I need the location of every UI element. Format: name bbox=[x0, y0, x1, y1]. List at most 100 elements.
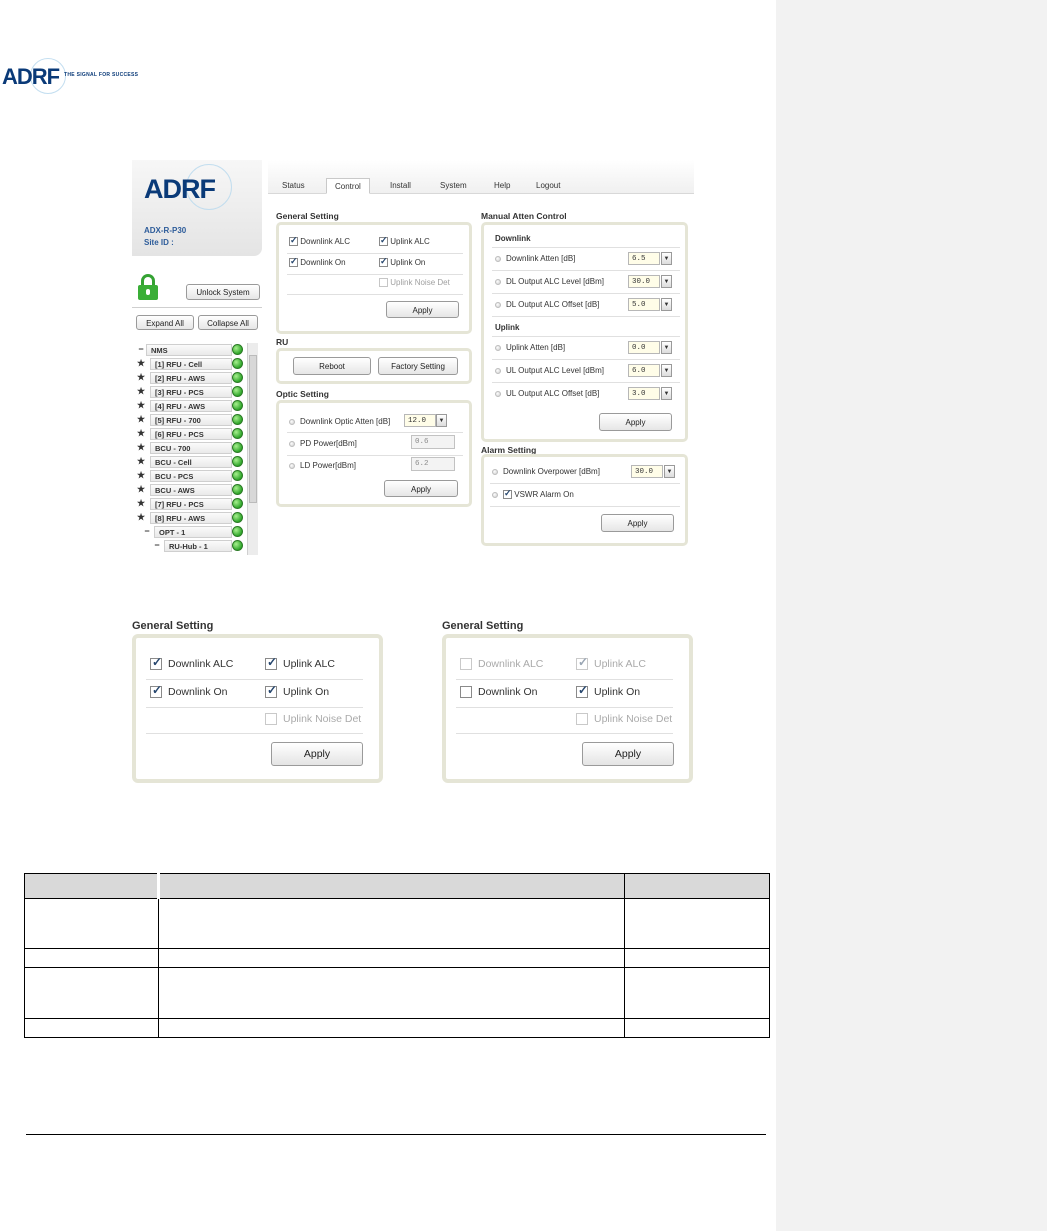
uplink-on-checkbox[interactable]: Uplink On bbox=[576, 683, 640, 699]
dl-alc-level-select[interactable]: 30.0 bbox=[628, 275, 660, 288]
chevron-down-icon[interactable]: ▼ bbox=[661, 275, 672, 288]
tree-item-label[interactable]: [7] RFU - PCS bbox=[150, 498, 232, 510]
general-apply-button[interactable]: Apply bbox=[582, 742, 674, 766]
tree-item[interactable]: ★ [5] RFU - 700 bbox=[136, 413, 260, 427]
tree-item[interactable]: ★ [3] RFU - PCS bbox=[136, 385, 260, 399]
tree-item-label[interactable]: BCU - PCS bbox=[150, 470, 232, 482]
chevron-down-icon[interactable]: ▼ bbox=[661, 298, 672, 311]
tree-item[interactable]: − NMS bbox=[136, 343, 260, 357]
uplink-alc-checkbox[interactable]: Uplink ALC bbox=[379, 235, 430, 247]
tree-item[interactable]: − RU-Hub - 1 bbox=[136, 539, 260, 553]
tree-toggle-icon[interactable]: − bbox=[152, 540, 162, 550]
tree-item-label[interactable]: [3] RFU - PCS bbox=[150, 386, 232, 398]
chevron-down-icon[interactable]: ▼ bbox=[664, 465, 675, 478]
checkbox-icon[interactable] bbox=[503, 488, 512, 500]
dl-overpower-select[interactable]: 30.0 bbox=[631, 465, 663, 478]
chevron-down-icon[interactable]: ▼ bbox=[436, 414, 447, 427]
ul-alc-offset-select[interactable]: 3.0 bbox=[628, 387, 660, 400]
checkbox-icon[interactable] bbox=[379, 235, 388, 247]
checkbox-icon[interactable] bbox=[576, 655, 588, 671]
tree-item-label[interactable]: NMS bbox=[146, 344, 232, 356]
checkbox-icon[interactable] bbox=[576, 713, 588, 726]
chevron-down-icon[interactable]: ▼ bbox=[661, 364, 672, 377]
tab-system[interactable]: System bbox=[432, 178, 475, 194]
ul-atten-select[interactable]: 0.0 bbox=[628, 341, 660, 354]
uplink-alc-checkbox[interactable]: Uplink ALC bbox=[576, 655, 646, 671]
general-apply-button[interactable]: Apply bbox=[386, 301, 459, 318]
checkbox-icon[interactable] bbox=[289, 235, 298, 247]
uplink-on-checkbox[interactable]: Uplink On bbox=[265, 683, 329, 699]
checkbox-icon[interactable] bbox=[379, 256, 388, 268]
tree-item[interactable]: − OPT - 1 bbox=[136, 525, 260, 539]
manual-atten-apply-button[interactable]: Apply bbox=[599, 413, 672, 431]
tree-item[interactable]: ★ [4] RFU - AWS bbox=[136, 399, 260, 413]
tree-item-label[interactable]: [4] RFU - AWS bbox=[150, 400, 232, 412]
tree-item[interactable]: ★ [1] RFU - Cell bbox=[136, 357, 260, 371]
downlink-optic-atten-select[interactable]: 12.0 bbox=[404, 414, 436, 427]
uplink-noise-det-checkbox[interactable]: Uplink Noise Det bbox=[265, 713, 361, 726]
alarm-apply-button[interactable]: Apply bbox=[601, 514, 674, 532]
scroll-thumb[interactable] bbox=[249, 355, 257, 503]
checkbox-icon[interactable] bbox=[265, 655, 277, 671]
tree-item-label[interactable]: BCU - AWS bbox=[150, 484, 232, 496]
checkbox-icon[interactable] bbox=[576, 683, 588, 699]
optic-apply-button[interactable]: Apply bbox=[384, 480, 458, 497]
tab-help[interactable]: Help bbox=[486, 178, 518, 194]
checkbox-icon[interactable] bbox=[150, 655, 162, 671]
chevron-down-icon[interactable]: ▼ bbox=[661, 387, 672, 400]
downlink-alc-checkbox[interactable]: Downlink ALC bbox=[460, 658, 543, 671]
tree-item-label[interactable]: BCU - 700 bbox=[150, 442, 232, 454]
tree-toggle-icon[interactable]: − bbox=[136, 344, 146, 354]
uplink-noise-det-checkbox[interactable]: Uplink Noise Det bbox=[576, 713, 672, 726]
tab-install[interactable]: Install bbox=[382, 178, 419, 194]
checkbox-icon[interactable] bbox=[265, 713, 277, 726]
uplink-noise-det-checkbox[interactable]: Uplink Noise Det bbox=[379, 278, 450, 288]
dl-atten-select[interactable]: 6.5 bbox=[628, 252, 660, 265]
tree-item-label[interactable]: [8] RFU - AWS bbox=[150, 512, 232, 524]
tree-item-label[interactable]: [1] RFU - Cell bbox=[150, 358, 232, 370]
ul-alc-level-select[interactable]: 6.0 bbox=[628, 364, 660, 377]
tree-item[interactable]: ★ [7] RFU - PCS bbox=[136, 497, 260, 511]
chevron-down-icon[interactable]: ▼ bbox=[661, 252, 672, 265]
general-apply-button[interactable]: Apply bbox=[271, 742, 363, 766]
dl-alc-offset-select[interactable]: 5.0 bbox=[628, 298, 660, 311]
tree-item[interactable]: ★ [8] RFU - AWS bbox=[136, 511, 260, 525]
factory-setting-button[interactable]: Factory Setting bbox=[378, 357, 458, 375]
tree-item[interactable]: ★ [6] RFU - PCS bbox=[136, 427, 260, 441]
checkbox-icon[interactable] bbox=[150, 683, 162, 699]
checkbox-icon[interactable] bbox=[289, 256, 298, 268]
reboot-button[interactable]: Reboot bbox=[293, 357, 371, 375]
tree-item-label[interactable]: OPT - 1 bbox=[154, 526, 232, 538]
tree-item-label[interactable]: BCU - Cell bbox=[150, 456, 232, 468]
tree-item[interactable]: ★ BCU - 700 bbox=[136, 441, 260, 455]
uplink-alc-checkbox[interactable]: Uplink ALC bbox=[265, 655, 335, 671]
checkbox-icon[interactable] bbox=[460, 686, 472, 699]
checkbox-icon[interactable] bbox=[265, 683, 277, 699]
tab-status[interactable]: Status bbox=[274, 178, 313, 194]
tab-logout[interactable]: Logout bbox=[528, 178, 568, 194]
downlink-on-checkbox[interactable]: Downlink On bbox=[460, 686, 538, 699]
tree-item-label[interactable]: [2] RFU - AWS bbox=[150, 372, 232, 384]
checkbox-icon[interactable] bbox=[379, 278, 388, 288]
downlink-on-checkbox[interactable]: Downlink On bbox=[289, 256, 346, 268]
tree-item-label[interactable]: [5] RFU - 700 bbox=[150, 414, 232, 426]
expand-all-button[interactable]: Expand All bbox=[136, 315, 194, 330]
tree-item[interactable]: ★ BCU - PCS bbox=[136, 469, 260, 483]
vswr-alarm-checkbox[interactable]: VSWR Alarm On bbox=[492, 488, 574, 500]
unlock-system-button[interactable]: Unlock System bbox=[186, 284, 260, 300]
tree-item[interactable]: ★ BCU - Cell bbox=[136, 455, 260, 469]
downlink-alc-checkbox[interactable]: Downlink ALC bbox=[289, 235, 350, 247]
tree-scrollbar[interactable] bbox=[247, 343, 258, 555]
tree-item-label[interactable]: RU-Hub - 1 bbox=[164, 540, 232, 552]
collapse-all-button[interactable]: Collapse All bbox=[198, 315, 258, 330]
tree-toggle-icon[interactable]: − bbox=[142, 526, 152, 536]
tree-item[interactable]: ★ [2] RFU - AWS bbox=[136, 371, 260, 385]
tree-item-label[interactable]: [6] RFU - PCS bbox=[150, 428, 232, 440]
tab-control[interactable]: Control bbox=[326, 178, 370, 194]
downlink-on-checkbox[interactable]: Downlink On bbox=[150, 683, 228, 699]
chevron-down-icon[interactable]: ▼ bbox=[661, 341, 672, 354]
downlink-alc-checkbox[interactable]: Downlink ALC bbox=[150, 655, 233, 671]
checkbox-icon[interactable] bbox=[460, 658, 472, 671]
uplink-on-checkbox[interactable]: Uplink On bbox=[379, 256, 425, 268]
tree-item[interactable]: ★ BCU - AWS bbox=[136, 483, 260, 497]
